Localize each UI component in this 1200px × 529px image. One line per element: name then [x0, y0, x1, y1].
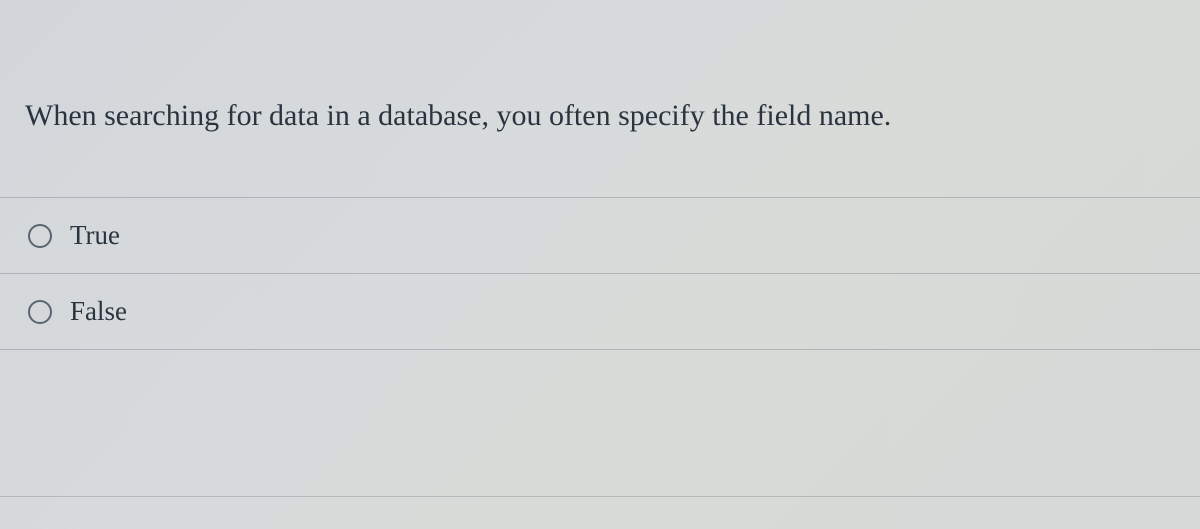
option-false[interactable]: False — [0, 274, 1200, 350]
question-text: When searching for data in a database, y… — [0, 0, 1200, 197]
option-label: True — [70, 220, 120, 251]
divider — [0, 496, 1200, 497]
option-true[interactable]: True — [0, 198, 1200, 274]
options-list: True False — [0, 197, 1200, 350]
option-label: False — [70, 296, 127, 327]
radio-icon — [28, 300, 52, 324]
radio-icon — [28, 224, 52, 248]
quiz-container: When searching for data in a database, y… — [0, 0, 1200, 350]
